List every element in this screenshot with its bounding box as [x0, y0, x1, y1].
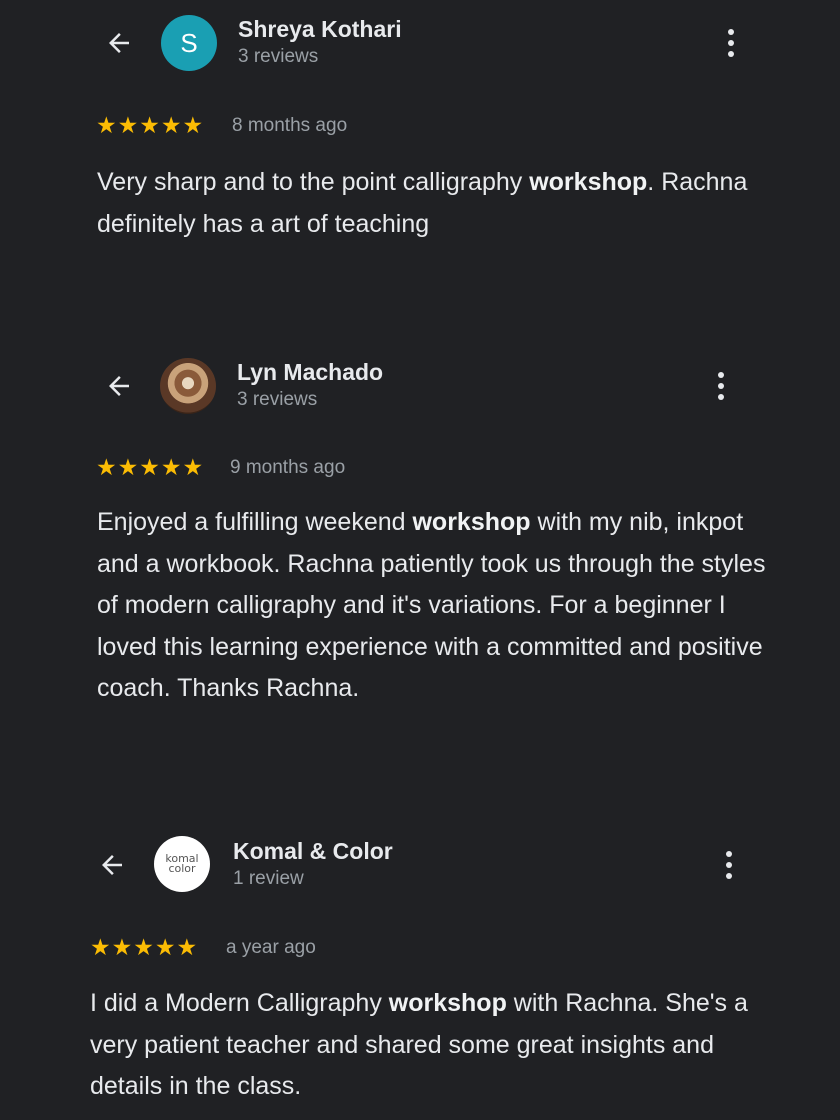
review-date: a year ago: [226, 937, 316, 958]
star-icon: ★: [133, 935, 154, 961]
more-vertical-icon: [726, 851, 732, 857]
more-options-button[interactable]: [714, 845, 744, 885]
star-icon: ★: [154, 935, 176, 961]
reviewer-name[interactable]: Komal & Color: [233, 838, 393, 865]
avatar[interactable]: komal color: [154, 836, 210, 892]
review-count: 1 review: [233, 868, 304, 889]
star-rating: ★ ★ ★ ★ ★: [90, 936, 197, 960]
arrow-left-icon: [102, 855, 122, 875]
star-icon: ★: [176, 935, 198, 961]
review-card: komal color Komal & Color 1 review ★ ★ ★ ★ ★…: [0, 0, 840, 1120]
review-text: I did a Modern Calligraphy workshop with…: [90, 989, 748, 1100]
star-icon: ★: [90, 935, 111, 961]
back-button[interactable]: [92, 845, 132, 885]
star-icon: ★: [111, 935, 133, 961]
